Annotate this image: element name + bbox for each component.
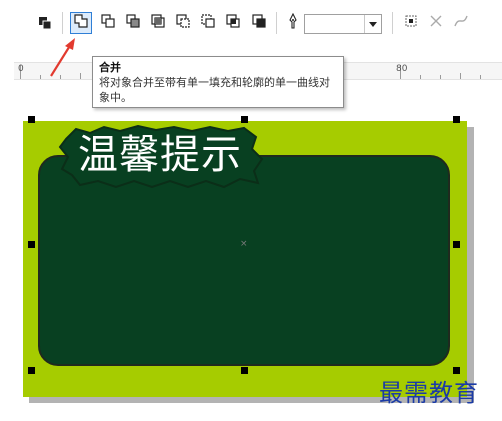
outline-width-dropdown[interactable] xyxy=(304,14,382,34)
weld-icon xyxy=(100,13,116,33)
combine-button[interactable] xyxy=(70,12,92,34)
selection-handle-top-center[interactable] xyxy=(241,116,248,123)
selection-handle-top-right[interactable] xyxy=(453,116,460,123)
outline-pen-button[interactable] xyxy=(282,12,304,34)
selection-handle-bottom-left[interactable] xyxy=(28,367,35,374)
convert-to-curves-icon xyxy=(453,13,469,33)
toolbar-separator xyxy=(392,12,393,34)
selection-handle-middle-left[interactable] xyxy=(28,241,35,248)
toolbar-separator xyxy=(62,12,63,34)
ruler-label-80: 80 xyxy=(396,64,408,74)
ruler-tick xyxy=(480,75,481,79)
front-minus-back-icon xyxy=(200,13,216,33)
intersect-icon xyxy=(150,13,166,33)
ruler-tick xyxy=(40,75,41,79)
trim-button[interactable] xyxy=(122,12,144,34)
ruler-tick xyxy=(440,75,441,79)
intersect-button[interactable] xyxy=(147,12,169,34)
tooltip-description: 将对象合并至带有单一填充和轮廓的单一曲线对象中。 xyxy=(99,76,330,104)
trim-icon xyxy=(125,13,141,33)
title-text[interactable]: 温馨提示 xyxy=(78,131,242,179)
center-marker: × xyxy=(240,239,248,249)
break-apart-button[interactable] xyxy=(400,12,422,34)
back-minus-front-icon xyxy=(225,13,241,33)
create-boundary-icon xyxy=(251,13,267,33)
chevron-down-icon[interactable] xyxy=(364,15,381,33)
ruler-tick xyxy=(460,73,461,79)
toolbar-separator xyxy=(276,12,277,34)
partial-tool-icon[interactable] xyxy=(0,12,6,34)
back-minus-front-button[interactable] xyxy=(222,12,244,34)
delete-segment-icon xyxy=(428,13,444,33)
watermark: 最需教育 xyxy=(379,379,479,407)
delete-segment-button[interactable] xyxy=(425,12,447,34)
align-tools-icon[interactable] xyxy=(34,12,56,34)
front-minus-back-button[interactable] xyxy=(197,12,219,34)
selection-handle-top-left[interactable] xyxy=(28,116,35,123)
break-apart-icon xyxy=(403,13,419,33)
ruler-label-0: 0 xyxy=(18,64,24,74)
simplify-icon xyxy=(175,13,191,33)
selection-handle-bottom-center[interactable] xyxy=(241,367,248,374)
ruler-tick xyxy=(420,75,421,79)
create-boundary-button[interactable] xyxy=(248,12,270,34)
combine-tooltip: 合并 将对象合并至带有单一填充和轮廓的单一曲线对象中。 xyxy=(92,56,344,108)
tooltip-title: 合并 xyxy=(99,61,121,74)
pointer-arrow xyxy=(50,38,75,77)
simplify-button[interactable] xyxy=(172,12,194,34)
combine-icon xyxy=(73,13,89,33)
weld-button[interactable] xyxy=(97,12,119,34)
selection-handle-middle-right[interactable] xyxy=(453,241,460,248)
convert-to-curves-button[interactable] xyxy=(450,12,472,34)
outline-pen-icon xyxy=(285,12,301,33)
